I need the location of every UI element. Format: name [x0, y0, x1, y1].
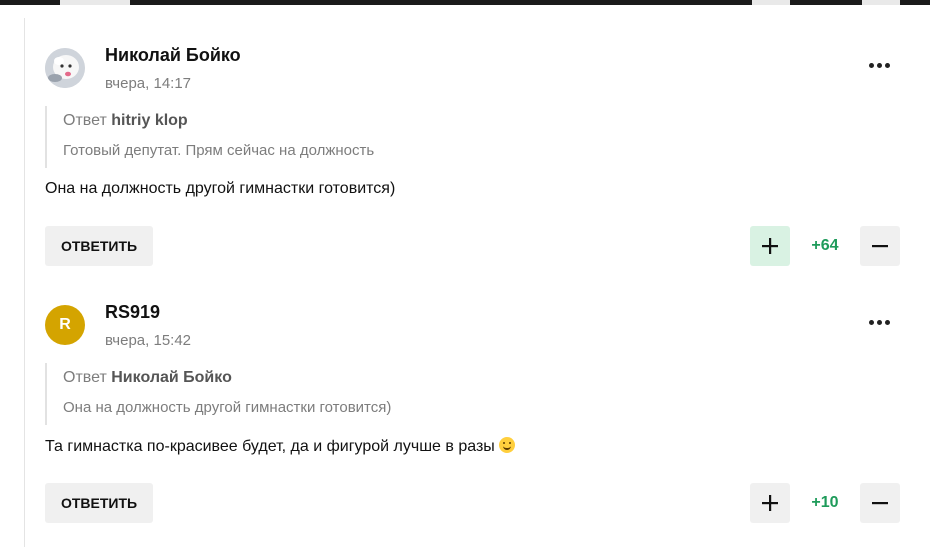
quote-author[interactable]: Николай Бойко — [111, 369, 232, 386]
quote-author[interactable]: hitriy klop — [111, 112, 187, 129]
reply-button[interactable]: ОТВЕТИТЬ — [45, 226, 153, 266]
quoted-reply[interactable]: Ответ hitriy klop Готовый депутат. Прям … — [45, 106, 547, 168]
vote-score: +64 — [811, 237, 839, 254]
more-options-button[interactable] — [862, 55, 896, 75]
dot-icon — [876, 319, 882, 325]
downvote-button[interactable] — [860, 483, 900, 523]
quote-header: Ответ Николай Бойко — [63, 369, 232, 387]
prev-downvote-button-edge[interactable] — [862, 0, 900, 5]
dot-icon — [884, 319, 890, 325]
plus-icon — [762, 238, 778, 254]
top-edge-bar — [0, 0, 930, 5]
prev-reply-button-edge[interactable] — [60, 0, 130, 5]
upvote-button[interactable] — [750, 483, 790, 523]
smiling-face-icon — [498, 437, 515, 453]
minus-icon — [872, 245, 888, 248]
quote-text: Она на должность другой гимнастки готови… — [63, 399, 392, 416]
downvote-button[interactable] — [860, 226, 900, 266]
dot-icon — [868, 62, 874, 68]
comment-text-row: Та гимнастка по-красивее будет, да и фиг… — [45, 437, 515, 456]
vote-score: +10 — [811, 494, 839, 511]
more-options-button[interactable] — [862, 312, 896, 332]
avatar[interactable] — [45, 48, 85, 88]
quoted-reply[interactable]: Ответ Николай Бойко Она на должность дру… — [45, 363, 547, 425]
minus-icon — [872, 502, 888, 505]
plus-icon — [762, 495, 778, 511]
prev-upvote-button-edge[interactable] — [752, 0, 790, 5]
quote-header: Ответ hitriy klop — [63, 112, 188, 130]
comment-time: вчера, 15:42 — [105, 332, 192, 349]
user-photo-icon — [45, 48, 85, 88]
dot-icon — [876, 62, 882, 68]
thread-line — [24, 18, 25, 547]
quote-text: Готовый депутат. Прям сейчас на должност… — [63, 142, 375, 159]
comment-text: Та гимнастка по-красивее будет, да и фиг… — [45, 438, 495, 455]
avatar[interactable]: R — [45, 305, 85, 345]
quote-prefix: Ответ — [63, 112, 107, 129]
upvote-button[interactable] — [750, 226, 790, 266]
dot-icon — [868, 319, 874, 325]
reply-button[interactable]: ОТВЕТИТЬ — [45, 483, 153, 523]
author-name[interactable]: Николай Бойко — [105, 45, 241, 66]
author-name[interactable]: RS919 — [105, 302, 160, 323]
comment-text: Она на должность другой гимнастки готови… — [45, 180, 396, 197]
comment-time: вчера, 14:17 — [105, 75, 192, 92]
dot-icon — [884, 62, 890, 68]
quote-prefix: Ответ — [63, 369, 107, 386]
